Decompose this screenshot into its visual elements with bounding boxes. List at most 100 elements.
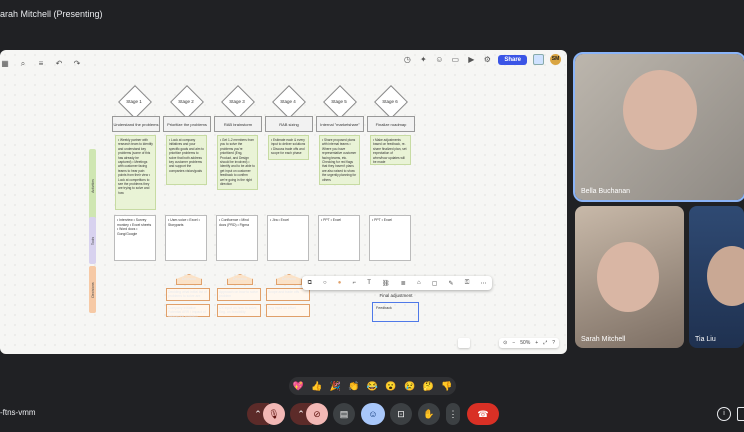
tag-icon[interactable]: ⌂ bbox=[417, 280, 421, 286]
tool-card[interactable]: • User-voice • Excel • Storyparts bbox=[165, 215, 207, 261]
chevron-up-icon: ⌃ bbox=[254, 408, 262, 419]
surprised-reaction[interactable]: 😮 bbox=[385, 381, 396, 392]
corner-icon[interactable]: ⌐ bbox=[353, 280, 357, 286]
stage-heading[interactable]: Finalize roadmap bbox=[367, 116, 415, 132]
thumbs-up-reaction[interactable]: 👍 bbox=[311, 381, 322, 392]
stage-heading[interactable]: RAB brainstorm bbox=[214, 116, 262, 132]
celebrate-icon[interactable]: ✦ bbox=[418, 55, 428, 65]
tool-card[interactable]: • Jira • Excel bbox=[267, 215, 309, 261]
activity-card[interactable]: • Make adjustments based on feedback, re… bbox=[370, 135, 411, 165]
phone-hangup-icon: ☎ bbox=[477, 408, 489, 419]
activity-card[interactable]: • Share proposed plans with internal tea… bbox=[319, 135, 360, 185]
reactions-button[interactable]: ☺ bbox=[361, 403, 385, 425]
party-reaction[interactable]: 🎉 bbox=[330, 381, 341, 392]
activity-card[interactable]: • Get 1-2 members from you to solve the … bbox=[217, 135, 258, 190]
stage-label: Stage 3 bbox=[229, 99, 245, 104]
tool-card[interactable]: • PPT • Excel bbox=[318, 215, 360, 261]
redo-icon[interactable]: ↷ bbox=[72, 59, 82, 69]
timer-icon[interactable]: ◷ bbox=[402, 55, 412, 65]
menu-icon[interactable]: ≡ bbox=[36, 59, 46, 69]
copy-icon[interactable]: ⧉ bbox=[308, 280, 312, 287]
laugh-reaction[interactable]: 😂 bbox=[367, 381, 378, 392]
people-icon[interactable] bbox=[737, 407, 744, 421]
sad-reaction[interactable]: 😢 bbox=[404, 381, 415, 392]
more-icon[interactable]: ⋯ bbox=[480, 280, 486, 287]
info-icon[interactable]: i bbox=[717, 407, 731, 421]
color-icon[interactable]: ● bbox=[338, 280, 342, 286]
tool-card[interactable]: • Confluence • Mind docs (PRD) • Figma bbox=[216, 215, 258, 261]
blurred-face bbox=[597, 242, 659, 312]
lock-icon[interactable]: ⚿ bbox=[465, 280, 470, 287]
layers-icon[interactable] bbox=[458, 338, 470, 348]
raise-hand-button[interactable]: ✋ bbox=[418, 403, 440, 425]
thinking-reaction[interactable]: 🤔 bbox=[422, 381, 433, 392]
stage-label: Stage 6 bbox=[382, 99, 398, 104]
search-icon[interactable]: ⌕ bbox=[18, 59, 28, 69]
mic-toggle-button[interactable]: 🎙 bbox=[263, 403, 285, 425]
tool-card[interactable]: • Interview • Survey monkey • Excel shee… bbox=[114, 215, 156, 261]
align-icon[interactable]: ≣ bbox=[401, 280, 406, 287]
frame-icon[interactable]: ▢ bbox=[432, 280, 438, 287]
presenter-title: arah Mitchell (Presenting) bbox=[0, 9, 103, 19]
people-icon[interactable]: ☺ bbox=[434, 55, 444, 65]
tool-card[interactable]: • PPT • Excel bbox=[369, 215, 411, 261]
zoom-out-icon[interactable]: − bbox=[512, 340, 515, 346]
decision-note[interactable]: UX input on how to solve, Eng. on feasib… bbox=[217, 304, 261, 317]
stage-heading[interactable]: Understand the problems bbox=[112, 116, 160, 132]
text-icon[interactable]: T bbox=[367, 280, 371, 286]
decision-note[interactable]: Eng input on effort bbox=[266, 304, 310, 317]
hand-icon: ✋ bbox=[423, 408, 435, 419]
fit-icon[interactable]: ⊙ bbox=[503, 340, 507, 346]
leave-call-button[interactable]: ☎ bbox=[467, 403, 499, 425]
selected-note[interactable]: Feedback bbox=[372, 302, 419, 322]
link-icon[interactable]: ⛓ bbox=[382, 280, 390, 287]
participant-tile[interactable]: Sarah Mitchell bbox=[575, 206, 684, 348]
decision-heading[interactable]: Decision bbox=[227, 274, 253, 285]
heart-reaction[interactable]: 💖 bbox=[293, 381, 304, 392]
activity-card[interactable]: • Estimate each & every input to deliver… bbox=[268, 135, 309, 160]
decision-note[interactable]: Company Initiative Potential ARR / impac… bbox=[166, 304, 210, 318]
stage-label: Stage 5 bbox=[331, 99, 347, 104]
decision-heading[interactable]: Decision bbox=[276, 274, 302, 285]
decision-note[interactable]: Scope and trade offs bbox=[266, 288, 310, 301]
shared-whiteboard[interactable]: ▦ ⌕ ≡ ↶ ↷ ◷ ✦ ☺ ▭ ▶ ⚙ Share SM Activitie… bbox=[0, 50, 567, 354]
help-icon[interactable]: ? bbox=[552, 340, 555, 346]
activity-card[interactable]: • Weekly partner with research team to i… bbox=[115, 135, 156, 210]
clap-reaction[interactable]: 👏 bbox=[348, 381, 359, 392]
participant-name: Sarah Mitchell bbox=[581, 336, 626, 343]
zoom-in-icon[interactable]: + bbox=[535, 340, 538, 346]
thumbs-down-reaction[interactable]: 👎 bbox=[441, 381, 452, 392]
activity-card[interactable]: • Look at company initiatives and your s… bbox=[166, 135, 207, 185]
board-toolbar-right: ◷ ✦ ☺ ▭ ▶ ⚙ Share SM bbox=[402, 54, 561, 65]
share-button[interactable]: Share bbox=[498, 54, 527, 65]
stage-heading[interactable]: Internal "marketshare" bbox=[316, 116, 364, 132]
blurred-face bbox=[623, 70, 697, 150]
decision-note[interactable]: Approach on how to solve problem bbox=[217, 288, 261, 301]
video-icon[interactable]: ▶ bbox=[466, 55, 476, 65]
reactions-bar: 💖 👍 🎉 👏 😂 😮 😢 🤔 👎 bbox=[289, 377, 456, 395]
present-icon: ⊡ bbox=[397, 408, 405, 419]
stage-label: Stage 1 bbox=[126, 99, 142, 104]
camera-toggle-button[interactable]: ⊘ bbox=[306, 403, 328, 425]
stage-heading[interactable]: Prioritize the problems bbox=[163, 116, 211, 132]
avatar[interactable]: SM bbox=[550, 54, 561, 65]
participant-tile[interactable]: Tia Liu bbox=[689, 206, 744, 348]
more-options-button[interactable]: ⋮ bbox=[446, 403, 460, 425]
present-button[interactable]: ⊡ bbox=[390, 403, 412, 425]
captions-button[interactable]: ▤ bbox=[333, 403, 355, 425]
participant-tile[interactable]: Bella Buchanan bbox=[573, 52, 744, 202]
settings-icon[interactable]: ⚙ bbox=[482, 55, 492, 65]
fullscreen-icon[interactable]: ⤢ bbox=[543, 340, 547, 346]
pen-icon[interactable]: ✎ bbox=[449, 280, 454, 287]
decision-note[interactable]: Deciding what initial list of problems t… bbox=[166, 288, 210, 301]
object-toolbar: ⧉ ○ ● ⌐ T ⛓ ≣ ⌂ ▢ ✎ ⚿ ⋯ bbox=[302, 276, 492, 290]
decision-heading[interactable]: Decision bbox=[176, 274, 202, 285]
grid-icon[interactable]: ▦ bbox=[0, 59, 10, 69]
undo-icon[interactable]: ↶ bbox=[54, 59, 64, 69]
stage-heading[interactable]: RAB sizing bbox=[265, 116, 313, 132]
stage-label: Stage 4 bbox=[280, 99, 296, 104]
board-icon[interactable] bbox=[533, 54, 544, 65]
chat-icon[interactable]: ▭ bbox=[450, 55, 460, 65]
stage-label: Stage 2 bbox=[178, 99, 194, 104]
circle-icon[interactable]: ○ bbox=[323, 280, 327, 286]
